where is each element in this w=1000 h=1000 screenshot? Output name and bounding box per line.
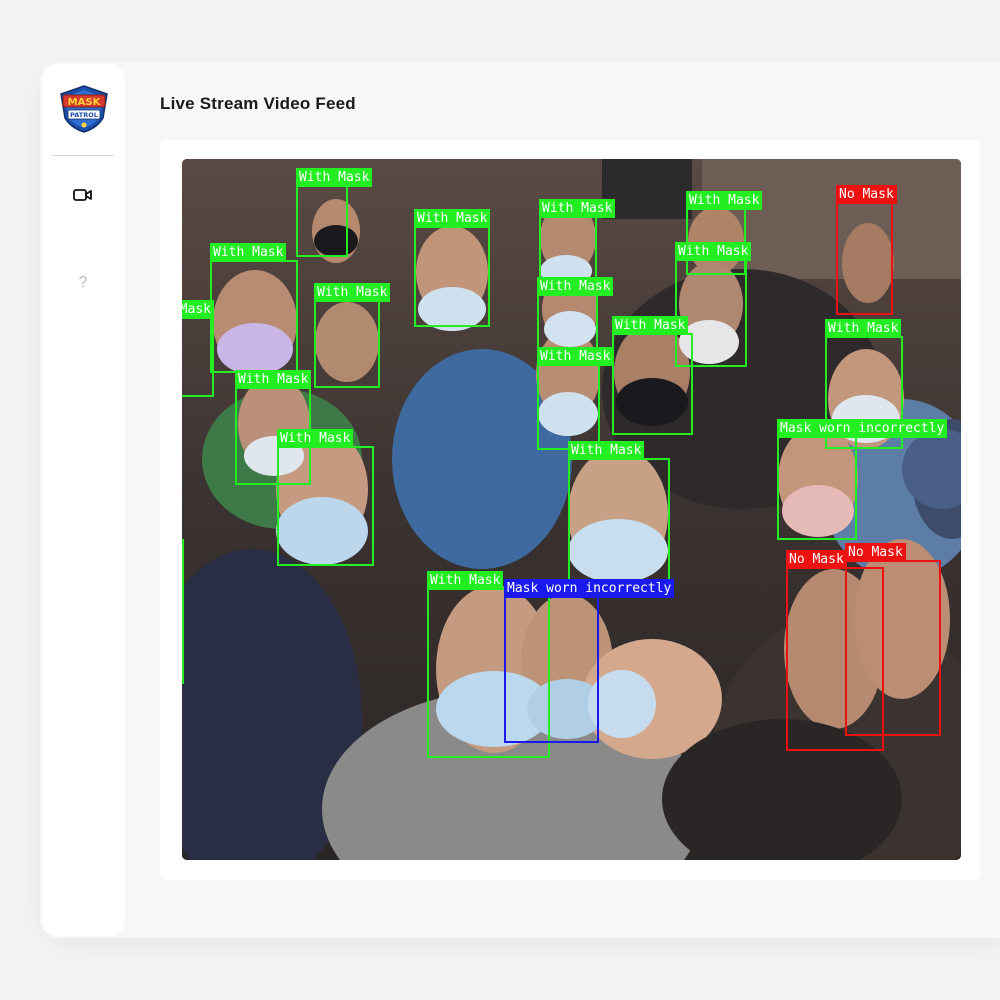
- detection-label: Mask worn incorrectly: [777, 419, 948, 438]
- video-camera-icon: [73, 189, 92, 201]
- detection-label: No Mask: [786, 550, 847, 569]
- detection-box[interactable]: With Mask: [277, 429, 374, 566]
- detection-box[interactable]: [182, 539, 184, 684]
- detection-box[interactable]: With Mask: [612, 316, 693, 435]
- detection-box[interactable]: With Mask: [182, 300, 214, 397]
- svg-text:PATROL: PATROL: [70, 111, 98, 119]
- detection-label: With Mask: [182, 300, 214, 319]
- help-icon: ?: [78, 274, 88, 291]
- detection-label: With Mask: [277, 429, 354, 448]
- detection-label: With Mask: [210, 243, 287, 262]
- live-video-feed[interactable]: With Mask With Mask With Mask With Mask …: [182, 159, 961, 860]
- detection-label: With Mask: [686, 191, 763, 210]
- page-title: Live Stream Video Feed: [160, 94, 356, 113]
- mask-patrol-logo[interactable]: MASK PATROL: [57, 84, 111, 134]
- detection-box[interactable]: With Mask: [314, 283, 391, 388]
- detection-label: No Mask: [836, 185, 897, 204]
- detection-box[interactable]: With Mask: [537, 277, 614, 354]
- detection-box[interactable]: With Mask: [296, 168, 373, 257]
- detection-label: With Mask: [537, 277, 614, 296]
- detection-label: With Mask: [539, 199, 616, 218]
- detection-label: With Mask: [314, 283, 391, 302]
- sidebar-item-help[interactable]: ?: [70, 270, 96, 296]
- detection-box[interactable]: No Mask: [845, 543, 941, 736]
- detection-box[interactable]: With Mask: [210, 243, 298, 373]
- detection-label: With Mask: [825, 319, 902, 338]
- sidebar-divider: [52, 155, 114, 156]
- detection-label: With Mask: [568, 441, 645, 460]
- detection-box[interactable]: With Mask: [414, 209, 491, 327]
- detection-box[interactable]: Mask worn incorrectly: [777, 419, 948, 540]
- detection-label: With Mask: [675, 242, 752, 261]
- detection-label: With Mask: [414, 209, 491, 228]
- detection-label: With Mask: [235, 370, 312, 389]
- detection-box[interactable]: With Mask: [568, 441, 670, 595]
- detection-label: With Mask: [612, 316, 689, 335]
- sidebar: MASK PATROL ?: [42, 64, 125, 936]
- detection-box[interactable]: Mask worn incorrectly: [504, 579, 675, 743]
- detection-box[interactable]: With Mask: [537, 347, 614, 450]
- svg-text:MASK: MASK: [68, 97, 102, 108]
- sidebar-item-video[interactable]: [70, 182, 96, 208]
- detection-label: Mask worn incorrectly: [504, 579, 675, 598]
- detection-label: With Mask: [427, 571, 504, 590]
- detection-label: With Mask: [296, 168, 373, 187]
- detection-label: No Mask: [845, 543, 906, 562]
- detection-label: With Mask: [537, 347, 614, 366]
- detection-box[interactable]: No Mask: [836, 185, 897, 315]
